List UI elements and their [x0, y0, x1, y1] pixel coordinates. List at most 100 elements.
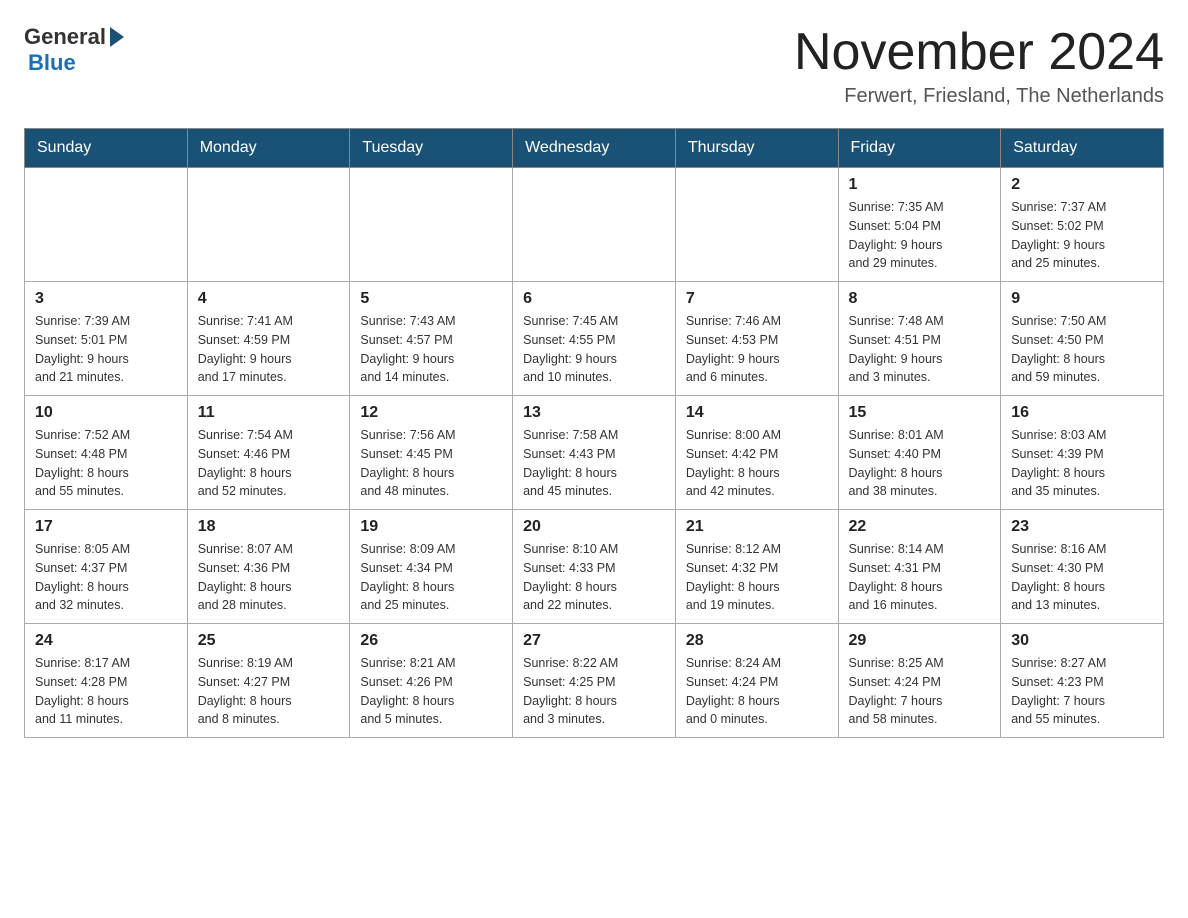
- day-info: Sunrise: 8:12 AM Sunset: 4:32 PM Dayligh…: [686, 540, 828, 615]
- day-number: 29: [849, 632, 991, 650]
- calendar-cell: 7 Sunrise: 7:46 AM Sunset: 4:53 PM Daylig…: [675, 282, 838, 396]
- day-number: 2: [1011, 176, 1153, 194]
- day-number: 15: [849, 404, 991, 422]
- day-info: Sunrise: 8:16 AM Sunset: 4:30 PM Dayligh…: [1011, 540, 1153, 615]
- day-number: 26: [360, 632, 502, 650]
- calendar-cell: 23 Sunrise: 8:16 AM Sunset: 4:30 PM Dayli…: [1001, 510, 1164, 624]
- day-number: 27: [523, 632, 665, 650]
- day-info: Sunrise: 8:27 AM Sunset: 4:23 PM Dayligh…: [1011, 654, 1153, 729]
- calendar-day-header: Thursday: [675, 129, 838, 168]
- day-info: Sunrise: 7:48 AM Sunset: 4:51 PM Dayligh…: [849, 312, 991, 387]
- calendar-cell: 15 Sunrise: 8:01 AM Sunset: 4:40 PM Dayli…: [838, 396, 1001, 510]
- day-info: Sunrise: 7:35 AM Sunset: 5:04 PM Dayligh…: [849, 198, 991, 273]
- calendar-day-header: Tuesday: [350, 129, 513, 168]
- calendar-cell: 18 Sunrise: 8:07 AM Sunset: 4:36 PM Dayli…: [187, 510, 350, 624]
- logo-arrow-icon: [110, 27, 124, 47]
- month-title: November 2024: [794, 24, 1164, 81]
- calendar-cell: 1 Sunrise: 7:35 AM Sunset: 5:04 PM Daylig…: [838, 168, 1001, 282]
- calendar-week-row: 24 Sunrise: 8:17 AM Sunset: 4:28 PM Dayli…: [25, 624, 1164, 738]
- calendar-day-header: Monday: [187, 129, 350, 168]
- calendar-cell: 19Sunrise: 8:09 AM Sunset: 4:34 PM Dayli…: [350, 510, 513, 624]
- day-info: Sunrise: 8:21 AM Sunset: 4:26 PM Dayligh…: [360, 654, 502, 729]
- day-info: Sunrise: 8:01 AM Sunset: 4:40 PM Dayligh…: [849, 426, 991, 501]
- calendar-cell: 9Sunrise: 7:50 AM Sunset: 4:50 PM Daylig…: [1001, 282, 1164, 396]
- logo: General Blue: [24, 24, 124, 76]
- day-number: 1: [849, 176, 991, 194]
- day-number: 17: [35, 518, 177, 536]
- day-number: 24: [35, 632, 177, 650]
- calendar-cell: 30 Sunrise: 8:27 AM Sunset: 4:23 PM Dayli…: [1001, 624, 1164, 738]
- calendar-cell: [513, 168, 676, 282]
- day-number: 10: [35, 404, 177, 422]
- calendar-week-row: 10Sunrise: 7:52 AM Sunset: 4:48 PM Dayli…: [25, 396, 1164, 510]
- day-info: Sunrise: 8:07 AM Sunset: 4:36 PM Dayligh…: [198, 540, 340, 615]
- day-number: 22: [849, 518, 991, 536]
- day-number: 9: [1011, 290, 1153, 308]
- day-info: Sunrise: 8:19 AM Sunset: 4:27 PM Dayligh…: [198, 654, 340, 729]
- calendar-cell: 17 Sunrise: 8:05 AM Sunset: 4:37 PM Dayli…: [25, 510, 188, 624]
- calendar-cell: 12 Sunrise: 7:56 AM Sunset: 4:45 PM Dayli…: [350, 396, 513, 510]
- day-info: Sunrise: 7:56 AM Sunset: 4:45 PM Dayligh…: [360, 426, 502, 501]
- day-info: Sunrise: 7:46 AM Sunset: 4:53 PM Dayligh…: [686, 312, 828, 387]
- calendar-cell: [187, 168, 350, 282]
- day-info: Sunrise: 7:39 AM Sunset: 5:01 PM Dayligh…: [35, 312, 177, 387]
- day-number: 7: [686, 290, 828, 308]
- calendar-cell: [25, 168, 188, 282]
- day-info: Sunrise: 7:45 AM Sunset: 4:55 PM Dayligh…: [523, 312, 665, 387]
- day-info: Sunrise: 7:54 AM Sunset: 4:46 PM Dayligh…: [198, 426, 340, 501]
- day-number: 13: [523, 404, 665, 422]
- calendar-cell: 16 Sunrise: 8:03 AM Sunset: 4:39 PM Dayli…: [1001, 396, 1164, 510]
- day-number: 25: [198, 632, 340, 650]
- day-number: 28: [686, 632, 828, 650]
- day-info: Sunrise: 8:22 AM Sunset: 4:25 PM Dayligh…: [523, 654, 665, 729]
- calendar-cell: 20 Sunrise: 8:10 AM Sunset: 4:33 PM Dayli…: [513, 510, 676, 624]
- day-info: Sunrise: 8:17 AM Sunset: 4:28 PM Dayligh…: [35, 654, 177, 729]
- day-number: 16: [1011, 404, 1153, 422]
- day-info: Sunrise: 8:24 AM Sunset: 4:24 PM Dayligh…: [686, 654, 828, 729]
- calendar-cell: 10Sunrise: 7:52 AM Sunset: 4:48 PM Dayli…: [25, 396, 188, 510]
- day-info: Sunrise: 8:14 AM Sunset: 4:31 PM Dayligh…: [849, 540, 991, 615]
- calendar-header-row: SundayMondayTuesdayWednesdayThursdayFrid…: [25, 129, 1164, 168]
- calendar-cell: 3 Sunrise: 7:39 AM Sunset: 5:01 PM Daylig…: [25, 282, 188, 396]
- calendar-cell: 5Sunrise: 7:43 AM Sunset: 4:57 PM Daylig…: [350, 282, 513, 396]
- day-info: Sunrise: 7:41 AM Sunset: 4:59 PM Dayligh…: [198, 312, 340, 387]
- day-number: 4: [198, 290, 340, 308]
- day-info: Sunrise: 7:37 AM Sunset: 5:02 PM Dayligh…: [1011, 198, 1153, 273]
- calendar-cell: 8 Sunrise: 7:48 AM Sunset: 4:51 PM Daylig…: [838, 282, 1001, 396]
- calendar-day-header: Wednesday: [513, 129, 676, 168]
- day-number: 20: [523, 518, 665, 536]
- page-header: General Blue November 2024 Ferwert, Frie…: [24, 24, 1164, 108]
- day-info: Sunrise: 8:10 AM Sunset: 4:33 PM Dayligh…: [523, 540, 665, 615]
- calendar-cell: 22 Sunrise: 8:14 AM Sunset: 4:31 PM Dayli…: [838, 510, 1001, 624]
- day-info: Sunrise: 8:09 AM Sunset: 4:34 PM Dayligh…: [360, 540, 502, 615]
- calendar-cell: 2 Sunrise: 7:37 AM Sunset: 5:02 PM Daylig…: [1001, 168, 1164, 282]
- calendar-week-row: 17 Sunrise: 8:05 AM Sunset: 4:37 PM Dayli…: [25, 510, 1164, 624]
- calendar-cell: 14Sunrise: 8:00 AM Sunset: 4:42 PM Dayli…: [675, 396, 838, 510]
- calendar-cell: 28 Sunrise: 8:24 AM Sunset: 4:24 PM Dayli…: [675, 624, 838, 738]
- day-number: 8: [849, 290, 991, 308]
- calendar-cell: 24 Sunrise: 8:17 AM Sunset: 4:28 PM Dayli…: [25, 624, 188, 738]
- day-info: Sunrise: 8:05 AM Sunset: 4:37 PM Dayligh…: [35, 540, 177, 615]
- day-number: 14: [686, 404, 828, 422]
- calendar-week-row: 1 Sunrise: 7:35 AM Sunset: 5:04 PM Daylig…: [25, 168, 1164, 282]
- day-number: 12: [360, 404, 502, 422]
- day-info: Sunrise: 7:43 AM Sunset: 4:57 PM Dayligh…: [360, 312, 502, 387]
- calendar-week-row: 3 Sunrise: 7:39 AM Sunset: 5:01 PM Daylig…: [25, 282, 1164, 396]
- day-info: Sunrise: 8:03 AM Sunset: 4:39 PM Dayligh…: [1011, 426, 1153, 501]
- day-number: 30: [1011, 632, 1153, 650]
- calendar-cell: 6Sunrise: 7:45 AM Sunset: 4:55 PM Daylig…: [513, 282, 676, 396]
- calendar-cell: 27 Sunrise: 8:22 AM Sunset: 4:25 PM Dayli…: [513, 624, 676, 738]
- day-number: 3: [35, 290, 177, 308]
- calendar-cell: 25 Sunrise: 8:19 AM Sunset: 4:27 PM Dayli…: [187, 624, 350, 738]
- calendar-day-header: Sunday: [25, 129, 188, 168]
- day-number: 21: [686, 518, 828, 536]
- calendar-cell: 11Sunrise: 7:54 AM Sunset: 4:46 PM Dayli…: [187, 396, 350, 510]
- calendar-day-header: Friday: [838, 129, 1001, 168]
- day-info: Sunrise: 7:58 AM Sunset: 4:43 PM Dayligh…: [523, 426, 665, 501]
- day-number: 18: [198, 518, 340, 536]
- day-number: 23: [1011, 518, 1153, 536]
- day-info: Sunrise: 8:25 AM Sunset: 4:24 PM Dayligh…: [849, 654, 991, 729]
- calendar-day-header: Saturday: [1001, 129, 1164, 168]
- title-section: November 2024 Ferwert, Friesland, The Ne…: [794, 24, 1164, 108]
- calendar-cell: 29 Sunrise: 8:25 AM Sunset: 4:24 PM Dayli…: [838, 624, 1001, 738]
